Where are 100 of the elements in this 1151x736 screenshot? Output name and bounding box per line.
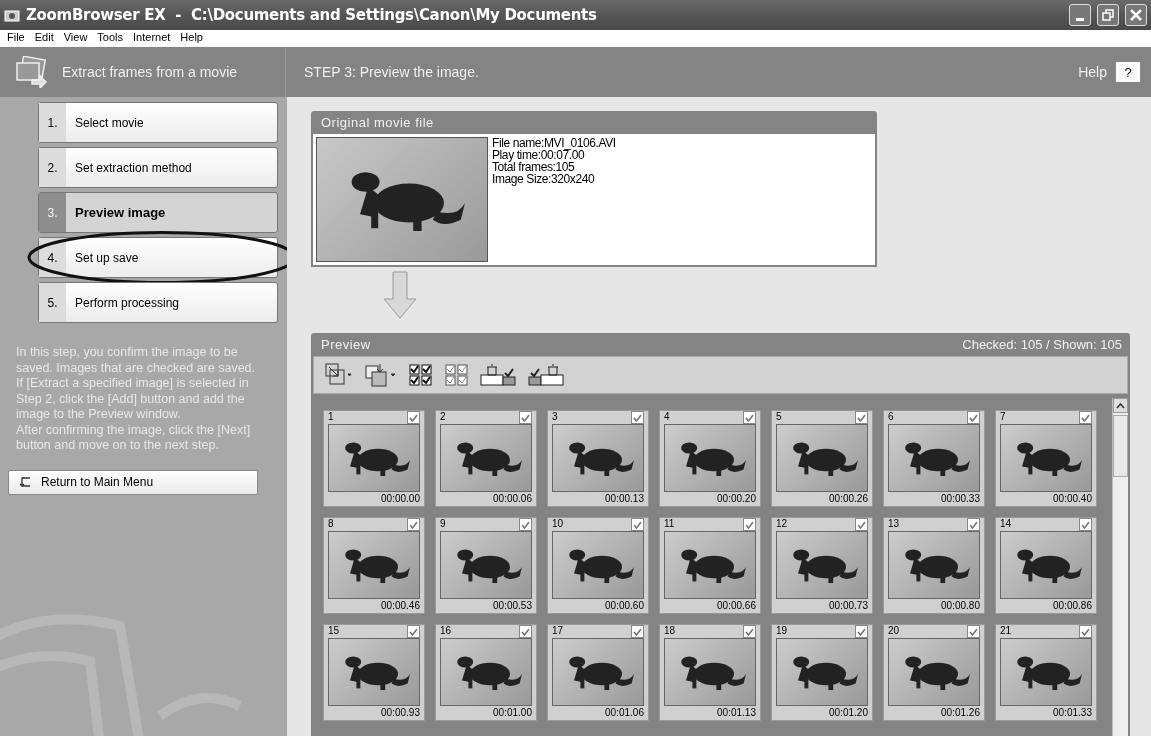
menu-item[interactable]: Internet [128,30,176,47]
minimize-button[interactable] [1069,4,1091,26]
frame-thumbnail[interactable]: 11 00:00.66 [659,517,761,614]
step-button[interactable]: 5. Perform processing [38,282,278,323]
frame-thumbnail[interactable]: 5 00:00.26 [771,410,873,507]
frame-time: 00:00.06 [493,492,532,506]
frame-number: 3 [552,411,558,422]
frame-thumbnail[interactable]: 19 00:01.20 [771,624,873,721]
frame-time: 00:00.53 [493,599,532,613]
frame-number: 2 [440,411,446,422]
frame-number: 4 [664,411,670,422]
instruction-text: After confirming the image, click the [Next] button and move on to the next step. [16,422,252,454]
frame-thumbnail[interactable]: 15 00:00.93 [323,624,425,721]
frame-number: 10 [552,518,564,529]
frame-checkbox[interactable] [519,518,532,531]
frame-thumbnail[interactable]: 17 00:01.06 [547,624,649,721]
frame-time: 00:00.46 [381,599,420,613]
frame-thumbnail[interactable]: 3 00:00.13 [547,410,649,507]
frame-thumbnail[interactable]: 13 00:00.80 [883,517,985,614]
frame-checkbox[interactable] [967,625,980,638]
frame-number: 19 [776,625,788,636]
scroll-up-button[interactable] [1113,398,1128,413]
trash-check-icon [528,363,566,387]
restore-button[interactable] [1097,4,1119,26]
frame-checkbox[interactable] [967,518,980,531]
file-info-text: Total frames:105 [492,161,576,173]
frame-thumbnail[interactable]: 7 00:00.40 [995,410,1097,507]
frame-thumbnail[interactable]: 21 00:01.33 [995,624,1097,721]
frame-thumbnail[interactable]: 9 00:00.53 [435,517,537,614]
menu-item[interactable]: Help [175,30,208,47]
frame-time: 00:01.00 [493,706,532,720]
frame-checkbox[interactable] [407,518,420,531]
frame-checkbox[interactable] [519,411,532,424]
frame-thumbnail[interactable]: 4 00:00.20 [659,410,761,507]
frame-checkbox[interactable] [743,411,756,424]
scrollbar-thumb[interactable] [1113,415,1128,477]
frame-number: 9 [440,518,446,529]
frame-time: 00:00.40 [1053,492,1092,506]
frame-checkbox[interactable] [1079,411,1092,424]
menu-item[interactable]: File [2,30,30,47]
frame-number: 16 [440,625,452,636]
frame-checkbox[interactable] [967,411,980,424]
frame-number: 20 [888,625,900,636]
caret-up-icon [1116,402,1125,409]
step-button[interactable]: 2. Set extraction method [38,147,278,188]
frame-checkbox[interactable] [631,411,644,424]
frame-checkbox[interactable] [1079,518,1092,531]
frame-time: 00:01.33 [1053,706,1092,720]
step-button[interactable]: 3. Preview image [38,192,278,233]
checkbox-grid-icon [444,363,470,387]
close-button[interactable] [1125,4,1147,26]
frame-thumbnail[interactable]: 10 00:00.60 [547,517,649,614]
frame-time: 00:00.00 [381,492,420,506]
frame-thumbnail[interactable]: 1 00:00.00 [323,410,425,507]
file-info-text: File name:MVI_0106.AVI [492,137,616,149]
frame-time: 00:01.26 [941,706,980,720]
frame-time: 00:00.73 [829,599,868,613]
frame-checkbox[interactable] [407,625,420,638]
frame-number: 5 [776,411,782,422]
frame-checkbox[interactable] [631,625,644,638]
frame-checkbox[interactable] [519,625,532,638]
frame-checkbox[interactable] [743,625,756,638]
frame-thumbnail[interactable]: 8 00:00.46 [323,517,425,614]
frame-number: 12 [776,518,788,529]
frame-thumbnail[interactable]: 14 00:00.86 [995,517,1097,614]
frame-checkbox[interactable] [855,625,868,638]
frame-number: 6 [888,411,894,422]
frame-arrow-icon [324,362,354,388]
frame-checkbox[interactable] [1079,625,1092,638]
frame-time: 00:00.33 [941,492,980,506]
frame-checkbox[interactable] [855,518,868,531]
frame-checkbox[interactable] [407,411,420,424]
count-status: Checked: 105 / Shown: 105 [962,337,1122,352]
frame-time: 00:00.66 [717,599,756,613]
frame-number: 8 [328,518,334,529]
frame-checkbox[interactable] [855,411,868,424]
frames-icon [14,56,48,88]
return-button[interactable]: Return to Main Menu [8,469,258,495]
restore-icon [1102,9,1114,21]
frame-number: 14 [1000,518,1012,529]
frame-thumbnail[interactable]: 2 00:00.06 [435,410,537,507]
frame-checkbox[interactable] [631,518,644,531]
frame-thumbnail[interactable]: 6 00:00.33 [883,410,985,507]
frame-thumbnail[interactable]: 18 00:01.13 [659,624,761,721]
help-label: Help [1078,64,1107,80]
frame-number: 15 [328,625,340,636]
minimize-icon [1076,17,1084,21]
frame-checkbox[interactable] [743,518,756,531]
menu-item[interactable]: Tools [92,30,129,47]
step-button[interactable]: 1. Select movie [38,102,278,143]
frame-thumbnail[interactable]: 16 00:01.00 [435,624,537,721]
frame-number: 17 [552,625,564,636]
frame-number: 11 [664,518,675,529]
frame-thumbnail[interactable]: 20 00:01.26 [883,624,985,721]
step-button[interactable]: 4. Set up save [38,237,278,278]
frame-thumbnail[interactable]: 12 00:00.73 [771,517,873,614]
help-button[interactable]: ? [1115,61,1141,83]
menu-item[interactable]: Edit [29,30,59,47]
menu-item[interactable]: View [58,30,93,47]
frame-time: 00:01.20 [829,706,868,720]
